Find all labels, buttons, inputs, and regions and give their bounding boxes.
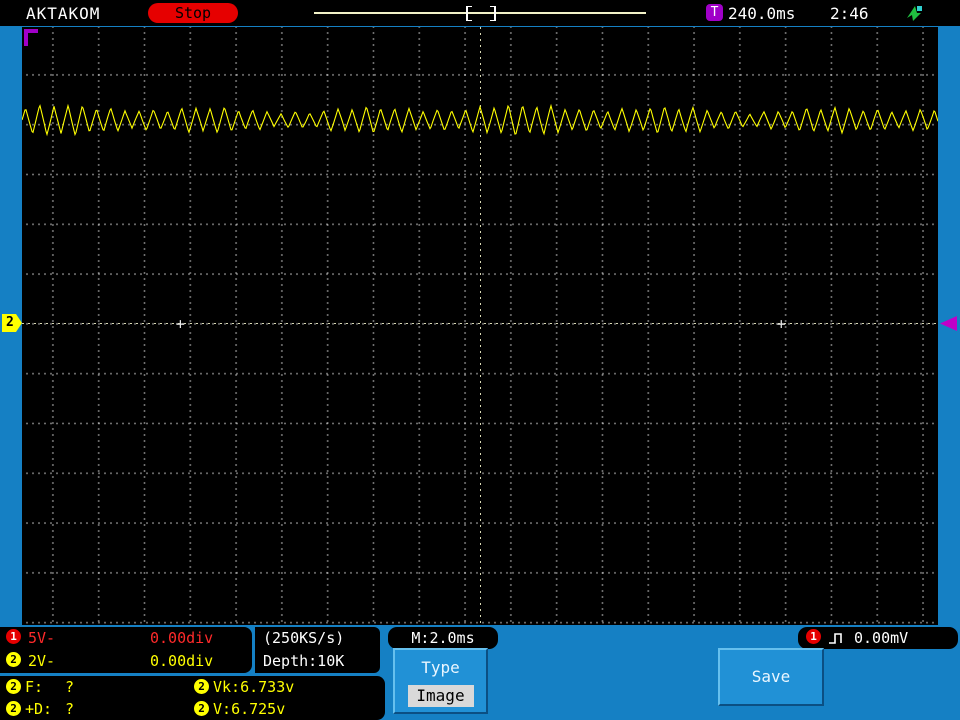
type-selected-value[interactable]: Image	[407, 685, 474, 707]
measurement-label: +D:	[25, 700, 53, 718]
channel1-offset: 0.00div	[150, 629, 214, 647]
timebase-readout: M:2.0ms	[388, 627, 498, 649]
window-bracket-left-icon	[466, 6, 472, 21]
measurement-value: 6.733v	[240, 678, 295, 696]
type-softkey-button[interactable]: Type Image	[393, 648, 488, 714]
brand-logo: AKTAKOM	[26, 4, 101, 23]
measurement-value: 6.725v	[231, 700, 286, 718]
trigger-level-panel: 1 0.00mV	[798, 627, 958, 649]
measurement-value: ?	[65, 700, 75, 718]
measurement-label: V:	[213, 700, 232, 718]
waveform-display-area: + +	[22, 27, 938, 625]
measurement-vk: 2 Vk:6.733v	[188, 678, 385, 696]
top-status-bar: AKTAKOM Stop T 240.0ms 2:46	[0, 0, 960, 26]
channel2-waveform	[22, 103, 938, 137]
clock-readout: 2:46	[830, 4, 869, 23]
measurement-label: F:	[25, 678, 44, 696]
measurement-label: Vk:	[213, 678, 241, 696]
trigger-level-readout: 0.00mV	[854, 629, 909, 647]
measurement-channel-badge: 2	[6, 701, 21, 716]
window-bracket-right-icon	[490, 6, 496, 21]
channel2-zero-level-marker[interactable]: 2	[2, 314, 22, 332]
usb-icon	[907, 6, 922, 21]
trigger-source-badge: 1	[806, 629, 821, 644]
channel1-badge: 1	[6, 629, 21, 644]
trigger-position-line	[314, 12, 646, 14]
waveform-path	[22, 103, 938, 137]
trigger-level-arrow[interactable]	[940, 316, 957, 331]
save-softkey-button[interactable]: Save	[718, 648, 824, 706]
channel1-scale: 5V-	[28, 629, 56, 647]
measurement-duty: 2 +D:?	[0, 700, 188, 718]
measurement-channel-badge: 2	[6, 679, 21, 694]
rising-edge-icon	[829, 633, 842, 644]
channel2-scale-row: 2 2V- 0.00div	[0, 650, 252, 673]
sample-rate-readout: (250KS/s)	[263, 629, 345, 647]
measurement-channel-badge: 2	[194, 679, 209, 694]
trigger-time-readout: 240.0ms	[728, 4, 796, 23]
channel2-badge: 2	[6, 652, 21, 667]
measurement-value: ?	[65, 678, 75, 696]
run-stop-status[interactable]: Stop	[148, 3, 238, 23]
trigger-position-marker[interactable]	[24, 29, 38, 46]
measurement-v: 2 V:6.725v	[188, 700, 385, 718]
channel-scale-panel: 1 5V- 0.00div 2 2V- 0.00div	[0, 627, 252, 673]
channel1-scale-row: 1 5V- 0.00div	[0, 627, 252, 650]
channel2-scale: 2V-	[28, 652, 56, 670]
oscilloscope-display: AKTAKOM Stop T 240.0ms 2:46 + + 2 1 5V-	[0, 0, 960, 720]
measurement-channel-badge: 2	[194, 701, 209, 716]
acquisition-panel: (250KS/s) Depth:10K	[255, 627, 380, 673]
measurement-panel: 2 F:? 2 Vk:6.733v 2 +D:? 2 V:6.725v	[0, 676, 385, 720]
type-label: Type	[421, 658, 460, 677]
trigger-icon: T	[706, 4, 723, 21]
trigger-position-bar[interactable]	[300, 2, 660, 23]
channel2-offset: 0.00div	[150, 652, 214, 670]
measurement-frequency: 2 F:?	[0, 678, 188, 696]
memory-depth-readout: Depth:10K	[263, 652, 345, 670]
